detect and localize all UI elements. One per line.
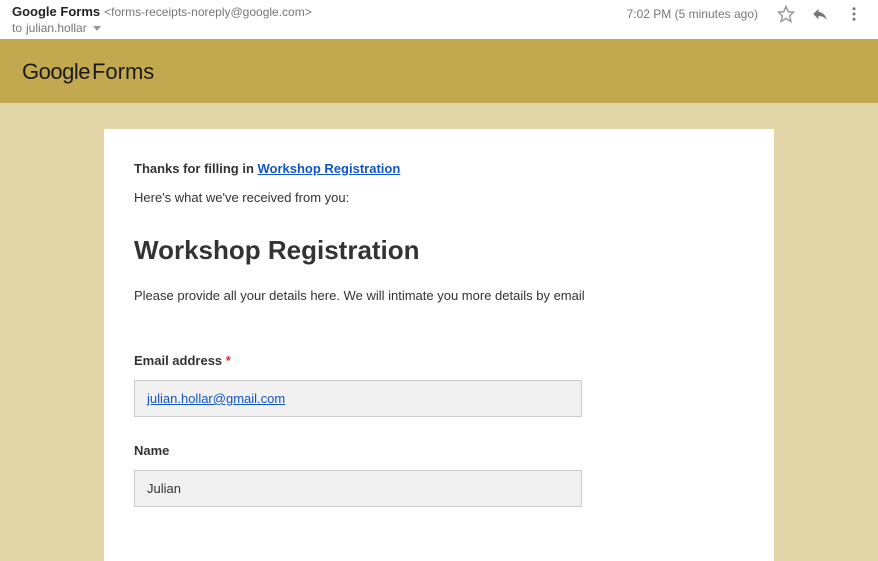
- field-label-email: Email address *: [134, 353, 744, 368]
- thanks-line: Thanks for filling in Workshop Registrat…: [134, 161, 744, 176]
- reply-icon[interactable]: [810, 4, 830, 24]
- field-name: Name Julian: [134, 443, 744, 507]
- form-title: Workshop Registration: [134, 235, 744, 266]
- thanks-prefix: Thanks for filling in: [134, 161, 258, 176]
- sender-name: Google Forms: [12, 4, 100, 19]
- field-email: Email address * julian.hollar@gmail.com: [134, 353, 744, 417]
- recipient-name: julian.hollar: [26, 21, 87, 35]
- recipient-line[interactable]: to julian.hollar: [12, 21, 627, 35]
- field-value-email[interactable]: julian.hollar@gmail.com: [134, 380, 582, 417]
- chevron-down-icon[interactable]: [93, 26, 101, 31]
- google-forms-logo: GoogleForms: [22, 59, 154, 84]
- email-body: GoogleForms Thanks for filling in Worksh…: [0, 39, 878, 561]
- form-link[interactable]: Workshop Registration: [258, 161, 401, 176]
- field-label-name: Name: [134, 443, 744, 458]
- form-description: Please provide all your details here. We…: [134, 288, 744, 303]
- received-line: Here's what we've received from you:: [134, 190, 744, 205]
- content-outer: Thanks for filling in Workshop Registrat…: [0, 103, 878, 561]
- recipient-prefix: to: [12, 21, 22, 35]
- email-header: Google Forms <forms-receipts-noreply@goo…: [0, 0, 878, 39]
- label-text: Email address: [134, 353, 226, 368]
- banner: GoogleForms: [0, 39, 878, 103]
- required-star: *: [226, 353, 231, 368]
- logo-google: Google: [22, 59, 90, 84]
- timestamp: 7:02 PM (5 minutes ago): [627, 7, 758, 21]
- header-left: Google Forms <forms-receipts-noreply@goo…: [12, 4, 627, 35]
- star-icon[interactable]: [776, 4, 796, 24]
- header-right: 7:02 PM (5 minutes ago): [627, 4, 864, 24]
- sender-email: <forms-receipts-noreply@google.com>: [104, 5, 312, 19]
- logo-forms: Forms: [92, 59, 154, 84]
- sender-line: Google Forms <forms-receipts-noreply@goo…: [12, 4, 627, 19]
- field-value-name: Julian: [134, 470, 582, 507]
- more-icon[interactable]: [844, 4, 864, 24]
- content-card: Thanks for filling in Workshop Registrat…: [104, 129, 774, 561]
